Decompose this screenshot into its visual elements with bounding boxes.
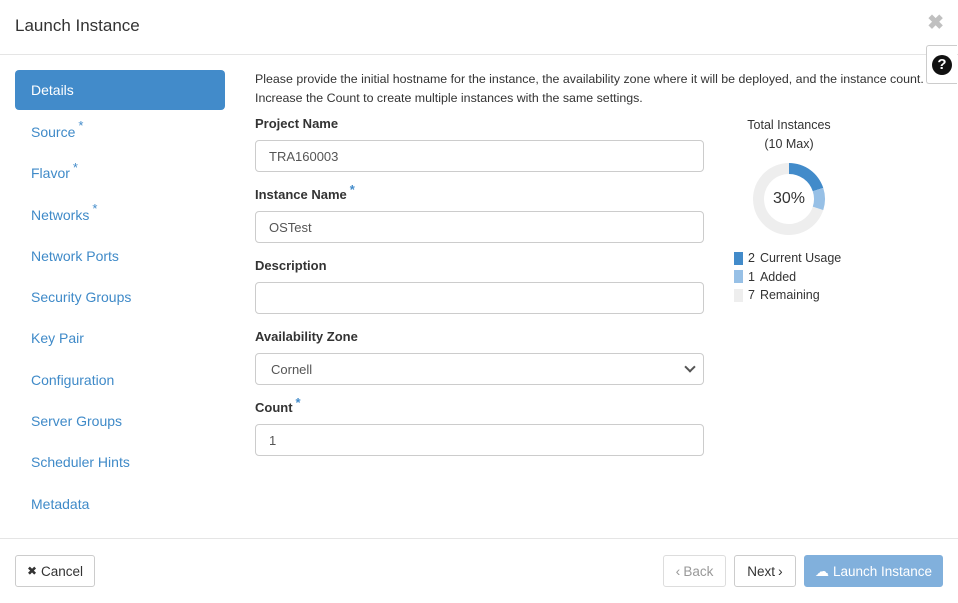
details-form: Project Name Instance Name* Description … — [255, 116, 704, 471]
intro-text: Please provide the initial hostname for … — [255, 72, 924, 105]
nav-item-label: Networks — [31, 206, 90, 223]
nav-item-network-ports[interactable]: Network Ports — [15, 235, 225, 276]
required-asterisk: * — [349, 182, 355, 197]
required-asterisk: * — [78, 118, 84, 134]
legend-item-remaining: 7 Remaining — [734, 286, 850, 305]
legend-label: Remaining — [759, 288, 820, 303]
project-name-label-text: Project Name — [255, 116, 339, 131]
back-button[interactable]: ‹ Back — [663, 555, 726, 587]
chevron-right-icon: › — [778, 563, 783, 579]
count-label: Count * — [255, 395, 704, 418]
launch-instance-button[interactable]: ☁ Launch Instance — [804, 555, 943, 587]
required-asterisk: * — [72, 159, 78, 175]
count-label-text: Count — [255, 400, 293, 415]
instance-name-input[interactable] — [255, 211, 704, 243]
legend-item-current-usage: 2 Current Usage — [734, 249, 850, 268]
legend-value: 2 — [748, 251, 755, 266]
chart-legend: 2 Current Usage 1 Added 7 Remaining — [734, 249, 850, 305]
donut-center-label: 30% — [772, 190, 806, 207]
availability-zone-label: Availability Zone — [255, 329, 704, 347]
nav-item-scheduler-hints[interactable]: Scheduler Hints — [15, 442, 225, 483]
legend-label: Added — [759, 269, 797, 284]
nav-item-label: Key Pair — [31, 330, 84, 347]
close-icon: ✖ — [26, 564, 38, 578]
nav-item-label: Security Groups — [31, 289, 132, 306]
legend-item-added: 1 Added — [734, 268, 850, 287]
nav-item-flavor[interactable]: Flavor * — [15, 153, 225, 194]
modal-header: Launch Instance ✖ — [0, 0, 958, 55]
legend-swatch — [734, 270, 743, 284]
wizard-nav: Details Source * Flavor * Networks * Network Po… — [15, 70, 225, 524]
instance-name-label-text: Instance Name — [255, 187, 347, 202]
availability-zone-value[interactable]: Cornell — [255, 353, 704, 385]
nav-item-source[interactable]: Source * — [15, 111, 225, 152]
required-asterisk: * — [92, 201, 98, 217]
nav-item-label: Configuration — [31, 371, 115, 388]
chevron-left-icon: ‹ — [675, 563, 681, 579]
nav-item-label: Server Groups — [31, 413, 123, 430]
legend-swatch — [734, 288, 743, 302]
description-input[interactable] — [255, 282, 704, 314]
nav-item-networks[interactable]: Networks * — [15, 194, 225, 235]
legend-swatch — [734, 251, 743, 265]
description-label-text: Description — [255, 258, 327, 273]
nav-item-label: Source — [31, 123, 76, 140]
next-label: Next — [747, 563, 776, 579]
nav-item-label: Details — [31, 82, 74, 98]
cancel-button[interactable]: ✖ Cancel — [15, 555, 95, 587]
nav-item-label: Flavor — [31, 165, 70, 182]
close-icon[interactable]: ✖ — [927, 10, 944, 35]
project-name-input[interactable] — [255, 140, 704, 172]
availability-zone-select[interactable]: Cornell — [255, 353, 704, 385]
cloud-upload-icon: ☁ — [814, 562, 829, 579]
nav-item-label: Metadata — [31, 495, 90, 512]
donut-chart: 30% — [752, 162, 826, 236]
nav-item-configuration[interactable]: Configuration — [15, 359, 225, 400]
launch-label: Launch Instance — [832, 563, 933, 579]
availability-zone-label-text: Availability Zone — [255, 329, 358, 344]
count-input[interactable] — [255, 424, 704, 456]
back-label: Back — [683, 563, 714, 579]
modal-title: Launch Instance — [15, 16, 140, 35]
project-name-label: Project Name — [255, 116, 704, 134]
nav-item-details[interactable]: Details — [15, 70, 225, 110]
cancel-label: Cancel — [41, 563, 84, 579]
instance-name-label: Instance Name * — [255, 182, 704, 205]
total-instances-chart: Total Instances (10 Max) 30% 2 Current Us… — [728, 116, 850, 305]
description-label: Description — [255, 258, 704, 276]
required-asterisk: * — [295, 395, 301, 410]
nav-item-metadata[interactable]: Metadata — [15, 483, 225, 524]
nav-item-label: Network Ports — [31, 247, 119, 264]
nav-item-label: Scheduler Hints — [31, 454, 130, 471]
nav-item-security-groups[interactable]: Security Groups — [15, 276, 225, 317]
legend-label: Current Usage — [759, 251, 842, 266]
legend-value: 1 — [748, 269, 755, 284]
modal-footer: ✖ Cancel ‹ Back Next › ☁ Launch Instance — [0, 538, 958, 603]
question-icon: ? — [932, 54, 952, 75]
help-button[interactable]: ? — [926, 45, 957, 84]
legend-value: 7 — [748, 288, 755, 303]
nav-item-server-groups[interactable]: Server Groups — [15, 400, 225, 441]
nav-item-key-pair[interactable]: Key Pair — [15, 318, 225, 359]
chart-title: Total Instances — [747, 118, 831, 132]
chart-subtitle: (10 Max) — [764, 137, 814, 151]
next-button[interactable]: Next › — [734, 555, 796, 587]
